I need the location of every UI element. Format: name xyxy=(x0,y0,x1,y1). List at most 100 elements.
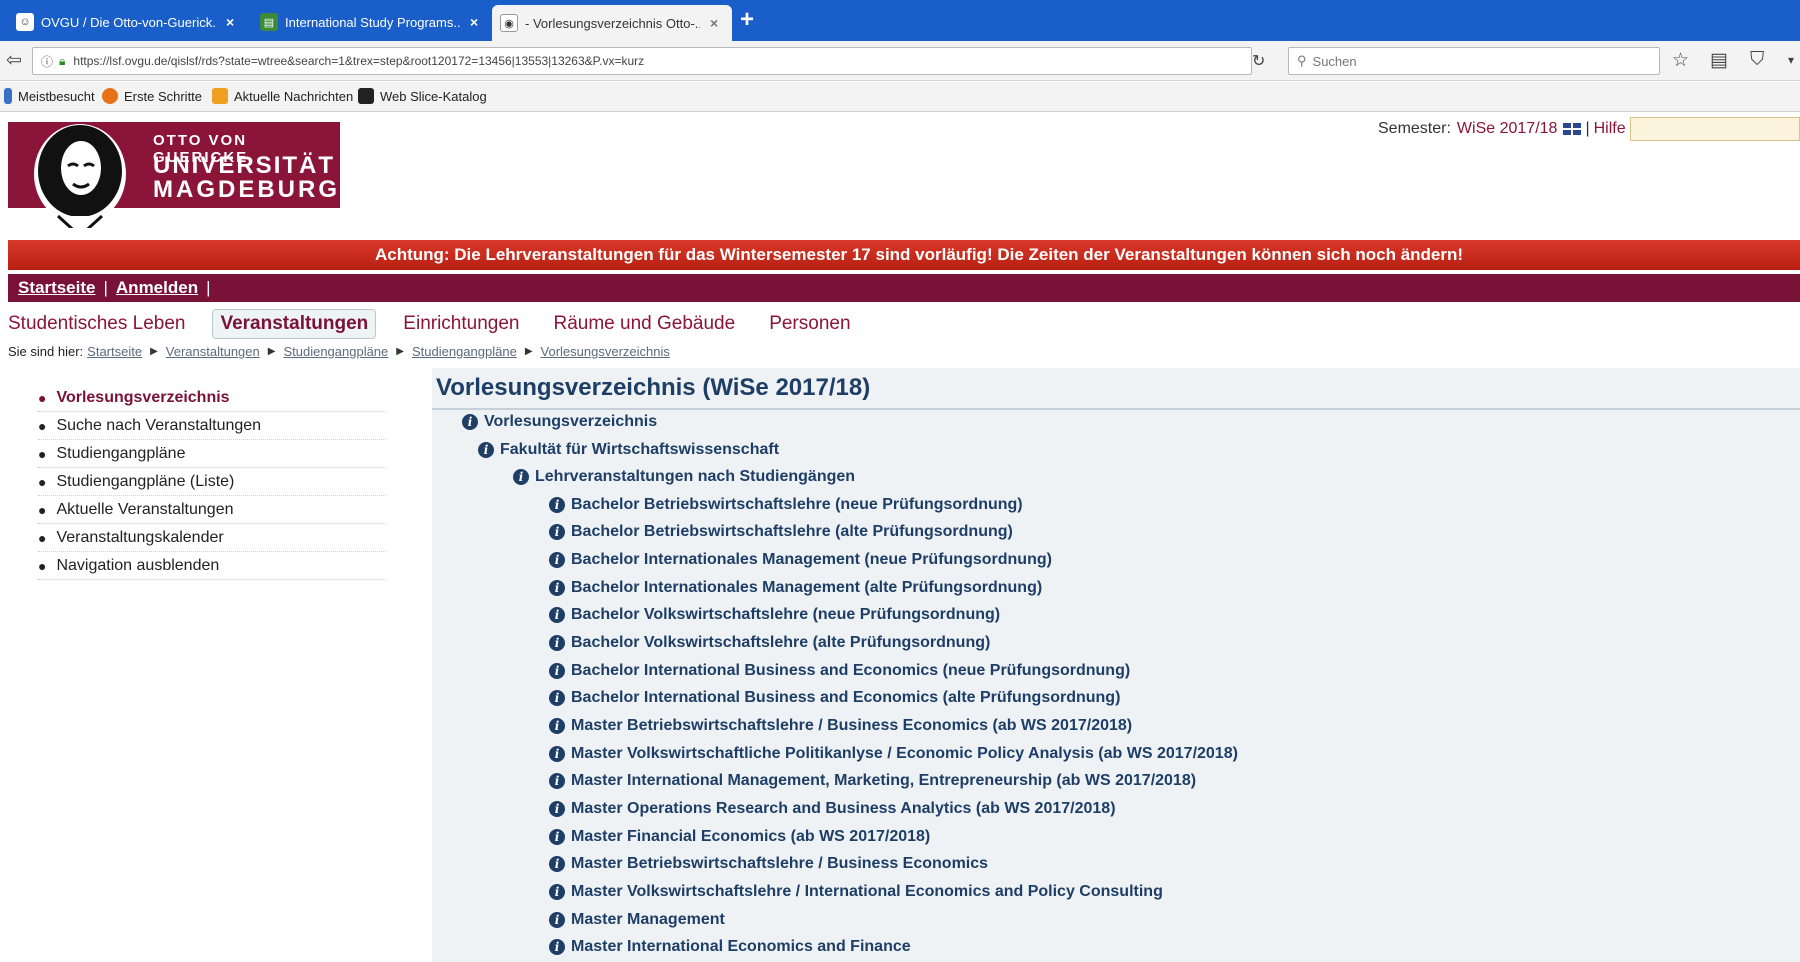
tree-item-label[interactable]: Master Betriebswirtschaftslehre / Busine… xyxy=(571,717,1132,735)
tree-item[interactable]: i Master International Management, Market… xyxy=(549,769,1196,793)
tab-personen[interactable]: Personen xyxy=(762,310,857,338)
browser-tab-ovgu[interactable]: ☺ OVGU / Die Otto-von-Guerick... × xyxy=(8,7,242,37)
breadcrumb-link[interactable]: Studiengangpläne xyxy=(283,344,388,359)
tree-item[interactable]: i Bachelor Internationales Management (ne… xyxy=(549,548,1052,572)
bookmark-erste-schritte[interactable]: Erste Schritte xyxy=(102,88,202,104)
close-tab-icon[interactable]: × xyxy=(470,14,478,30)
breadcrumb-link[interactable]: Vorlesungsverzeichnis xyxy=(541,344,670,359)
university-logo[interactable]: OTTO VON GUERICKE UNIVERSITÄT MAGDEBURG xyxy=(8,122,340,228)
tree-item-label[interactable]: Bachelor Betriebswirtschaftslehre (neue … xyxy=(571,496,1023,514)
tree-item-label[interactable]: Master International Economics and Finan… xyxy=(571,938,911,956)
tree-item[interactable]: i Master International Economics and Fina… xyxy=(549,935,911,959)
tree-item-label[interactable]: Bachelor Internationales Management (neu… xyxy=(571,551,1052,569)
tree-item-label[interactable]: Bachelor Volkswirtschaftslehre (neue Prü… xyxy=(571,606,1000,624)
tree-item-label[interactable]: Master Operations Research and Business … xyxy=(571,800,1116,818)
tree-item-label[interactable]: Bachelor International Business and Econ… xyxy=(571,689,1120,707)
tree-item-label[interactable]: Master Financial Economics (ab WS 2017/2… xyxy=(571,828,930,846)
info-icon[interactable]: i xyxy=(549,912,565,928)
tree-item[interactable]: i Master Betriebswirtschaftslehre / Busin… xyxy=(549,852,988,876)
sidebar-item-suche[interactable]: ● Suche nach Veranstaltungen xyxy=(38,412,386,440)
info-icon[interactable]: i xyxy=(513,469,529,485)
close-tab-icon[interactable]: × xyxy=(710,15,718,31)
help-link[interactable]: Hilfe xyxy=(1594,120,1626,138)
tree-item-label[interactable]: Bachelor Internationales Management (alt… xyxy=(571,579,1042,597)
tree-item[interactable]: i Fakultät für Wirtschaftswissenschaft xyxy=(478,438,779,462)
tree-item[interactable]: i Master Operations Research and Business… xyxy=(549,797,1116,821)
tree-item[interactable]: i Vorlesungsverzeichnis xyxy=(462,410,657,434)
bookmark-aktuelle-nachrichten[interactable]: Aktuelle Nachrichten xyxy=(212,88,353,104)
info-icon[interactable]: i xyxy=(549,939,565,955)
menu-chevron-icon[interactable]: ▾ xyxy=(1788,53,1794,67)
login-link[interactable]: Anmelden xyxy=(116,278,198,298)
tree-item[interactable]: i Master Management xyxy=(549,908,725,932)
tree-item[interactable]: i Bachelor Internationales Management (al… xyxy=(549,576,1042,600)
bookmark-web-slice[interactable]: Web Slice-Katalog xyxy=(358,88,487,104)
tab-raeume-und-gebaeude[interactable]: Räume und Gebäude xyxy=(547,310,743,338)
tree-item-label[interactable]: Master Betriebswirtschaftslehre / Busine… xyxy=(571,855,988,873)
tree-item[interactable]: i Bachelor Volkswirtschaftslehre (neue Pr… xyxy=(549,603,1000,627)
pocket-icon[interactable]: ⛉ xyxy=(1750,49,1764,71)
tree-item-label[interactable]: Fakultät für Wirtschaftswissenschaft xyxy=(500,441,779,459)
tree-item-label[interactable]: Bachelor Betriebswirtschaftslehre (alte … xyxy=(571,523,1013,541)
info-icon[interactable]: i xyxy=(549,746,565,762)
tree-item-label[interactable]: Master Volkswirtschaftliche Politikanlys… xyxy=(571,745,1238,763)
tab-veranstaltungen[interactable]: Veranstaltungen xyxy=(212,309,377,339)
tree-item-label[interactable]: Master Management xyxy=(571,911,725,929)
info-icon[interactable]: i xyxy=(549,884,565,900)
info-icon[interactable]: i xyxy=(478,442,494,458)
info-icon[interactable]: i xyxy=(549,524,565,540)
tree-item-label[interactable]: Lehrveranstaltungen nach Studiengängen xyxy=(535,468,855,486)
info-icon[interactable]: i xyxy=(462,414,478,430)
tree-item-label[interactable]: Master Volkswirtschaftslehre / Internati… xyxy=(571,883,1163,901)
tree-item-label[interactable]: Vorlesungsverzeichnis xyxy=(484,413,657,431)
tree-item-label[interactable]: Master International Management, Marketi… xyxy=(571,772,1196,790)
sidebar-item-studiengangplaene-liste[interactable]: ● Studiengangpläne (Liste) xyxy=(38,468,386,496)
tree-item[interactable]: i Bachelor Betriebswirtschaftslehre (alte… xyxy=(549,520,1013,544)
new-tab-button[interactable]: + xyxy=(740,6,754,34)
url-bar[interactable]: ⓘ 🔒︎ https://lsf.ovgu.de/qislsf/rds?stat… xyxy=(32,47,1252,75)
breadcrumb-link[interactable]: Veranstaltungen xyxy=(166,344,260,359)
info-icon[interactable]: i xyxy=(549,635,565,651)
back-icon[interactable]: ⇦ xyxy=(6,49,22,72)
uk-flag-icon[interactable] xyxy=(1563,123,1582,135)
tree-item[interactable]: i Master Financial Economics (ab WS 2017/… xyxy=(549,825,930,849)
info-icon[interactable]: i xyxy=(549,801,565,817)
tab-einrichtungen[interactable]: Einrichtungen xyxy=(396,310,526,338)
sidebar-item-kalender[interactable]: ● Veranstaltungskalender xyxy=(38,524,386,552)
tree-item[interactable]: i Bachelor Betriebswirtschaftslehre (neue… xyxy=(549,493,1023,517)
sidebar-item-vorlesungsverzeichnis[interactable]: ● Vorlesungsverzeichnis xyxy=(38,384,386,412)
tree-item[interactable]: i Bachelor International Business and Eco… xyxy=(549,686,1120,710)
reading-list-icon[interactable]: ▤ xyxy=(1710,49,1728,72)
info-icon[interactable]: i xyxy=(549,829,565,845)
tree-item[interactable]: i Master Volkswirtschaftliche Politikanly… xyxy=(549,742,1238,766)
tree-item-label[interactable]: Bachelor Volkswirtschaftslehre (alte Prü… xyxy=(571,634,990,652)
info-icon[interactable]: ⓘ xyxy=(41,53,53,70)
tree-item[interactable]: i Lehrveranstaltungen nach Studiengängen xyxy=(513,465,855,489)
reload-icon[interactable]: ↻ xyxy=(1252,51,1265,71)
sidebar-item-navigation-ausblenden[interactable]: ● Navigation ausblenden xyxy=(38,552,386,580)
breadcrumb-link[interactable]: Startseite xyxy=(87,344,142,359)
tree-item[interactable]: i Bachelor Volkswirtschaftslehre (alte Pr… xyxy=(549,631,990,655)
info-icon[interactable]: i xyxy=(549,856,565,872)
info-icon[interactable]: i xyxy=(549,497,565,513)
info-icon[interactable]: i xyxy=(549,580,565,596)
sidebar-item-aktuelle[interactable]: ● Aktuelle Veranstaltungen xyxy=(38,496,386,524)
home-link[interactable]: Startseite xyxy=(18,278,95,298)
tab-studentisches-leben[interactable]: Studentisches Leben xyxy=(8,310,192,338)
semester-link[interactable]: WiSe 2017/18 xyxy=(1457,120,1558,138)
tree-item[interactable]: i Bachelor International Business and Eco… xyxy=(549,659,1130,683)
info-icon[interactable]: i xyxy=(549,663,565,679)
browser-tab-study-programs[interactable]: ▤ International Study Programs... × xyxy=(252,7,486,37)
info-icon[interactable]: i xyxy=(549,607,565,623)
browser-tab-vorlesungsverzeichnis[interactable]: ◉ - Vorlesungsverzeichnis Otto-... × xyxy=(492,5,732,41)
info-icon[interactable]: i xyxy=(549,552,565,568)
tree-item[interactable]: i Master Volkswirtschaftslehre / Internat… xyxy=(549,880,1163,904)
header-search-input[interactable] xyxy=(1630,117,1800,141)
tree-item[interactable]: i Master Betriebswirtschaftslehre / Busin… xyxy=(549,714,1132,738)
search-input[interactable]: ⚲ Suchen xyxy=(1288,47,1660,75)
info-icon[interactable]: i xyxy=(549,690,565,706)
bookmark-star-icon[interactable]: ☆ xyxy=(1672,49,1689,72)
info-icon[interactable]: i xyxy=(549,718,565,734)
bookmark-meistbesucht[interactable]: Meistbesucht xyxy=(4,88,95,104)
sidebar-item-studiengangplaene[interactable]: ● Studiengangpläne xyxy=(38,440,386,468)
